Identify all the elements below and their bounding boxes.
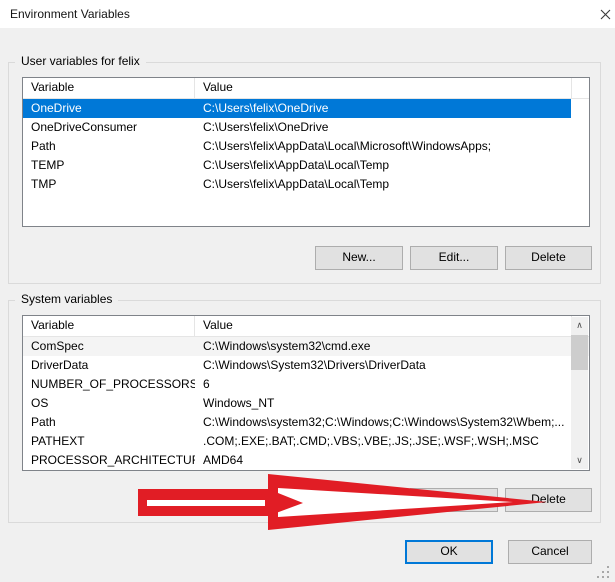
vertical-scrollbar[interactable]: ∧ ∨ (571, 317, 588, 469)
table-row[interactable]: NUMBER_OF_PROCESSORS6 (23, 375, 589, 394)
scrollbar-thumb[interactable] (571, 335, 588, 370)
variable-cell[interactable]: Path (23, 413, 195, 432)
value-cell[interactable]: C:\Windows\system32;C:\Windows;C:\Window… (195, 413, 589, 432)
value-cell[interactable]: C:\Users\felix\AppData\Local\Temp (195, 175, 589, 194)
user-edit-button[interactable]: Edit... (410, 246, 498, 270)
column-header-filler (572, 78, 589, 98)
system-edit-button[interactable]: Edit... (410, 488, 498, 512)
system-table-header: Variable Value (23, 316, 589, 337)
table-row[interactable]: DriverDataC:\Windows\System32\Drivers\Dr… (23, 356, 589, 375)
chevron-down-icon[interactable]: ∨ (571, 452, 588, 469)
chevron-up-icon[interactable]: ∧ (571, 317, 588, 334)
variable-cell[interactable]: Path (23, 137, 195, 156)
variable-cell[interactable]: NUMBER_OF_PROCESSORS (23, 375, 195, 394)
table-row[interactable]: TMPC:\Users\felix\AppData\Local\Temp (23, 175, 589, 194)
value-cell[interactable]: Windows_NT (195, 394, 589, 413)
value-cell[interactable]: C:\Windows\System32\Drivers\DriverData (195, 356, 589, 375)
table-row[interactable]: PathC:\Windows\system32;C:\Windows;C:\Wi… (23, 413, 589, 432)
table-row[interactable]: PROCESSOR_ARCHITECTUREAMD64 (23, 451, 589, 470)
variable-cell[interactable]: OS (23, 394, 195, 413)
value-cell[interactable]: C:\Users\felix\AppData\Local\Microsoft\W… (195, 137, 589, 156)
user-delete-button[interactable]: Delete (505, 246, 592, 270)
variable-cell[interactable]: TEMP (23, 156, 195, 175)
variable-cell[interactable]: OneDrive (23, 99, 195, 118)
column-header-variable[interactable]: Variable (23, 78, 195, 98)
value-cell[interactable]: C:\Users\felix\OneDrive (195, 118, 589, 137)
value-cell[interactable]: .COM;.EXE;.BAT;.CMD;.VBS;.VBE;.JS;.JSE;.… (195, 432, 589, 451)
system-variables-label: System variables (15, 292, 118, 306)
table-row[interactable]: OSWindows_NT (23, 394, 589, 413)
table-row[interactable]: OneDriveC:\Users\felix\OneDrive (23, 99, 571, 118)
user-table-header: Variable Value (23, 78, 589, 99)
value-cell[interactable]: 6 (195, 375, 589, 394)
value-cell[interactable]: C:\Users\felix\AppData\Local\Temp (195, 156, 589, 175)
variable-cell[interactable]: DriverData (23, 356, 195, 375)
table-row[interactable]: TEMPC:\Users\felix\AppData\Local\Temp (23, 156, 589, 175)
system-table-body: ComSpecC:\Windows\system32\cmd.exeDriver… (23, 337, 589, 470)
user-table-body: OneDriveC:\Users\felix\OneDriveOneDriveC… (23, 99, 589, 194)
variable-cell[interactable]: PATHEXT (23, 432, 195, 451)
system-delete-button[interactable]: Delete (505, 488, 592, 512)
value-cell[interactable]: C:\Users\felix\OneDrive (195, 99, 571, 118)
variable-cell[interactable]: TMP (23, 175, 195, 194)
system-variables-table: Variable Value ComSpecC:\Windows\system3… (22, 315, 590, 471)
resize-grip[interactable] (597, 566, 611, 580)
title-bar: Environment Variables (0, 0, 615, 28)
variable-cell[interactable]: PROCESSOR_ARCHITECTURE (23, 451, 195, 470)
column-header-variable[interactable]: Variable (23, 316, 195, 336)
close-icon[interactable] (596, 0, 615, 28)
system-new-button[interactable]: New... (315, 488, 403, 512)
window-title: Environment Variables (10, 0, 130, 28)
table-row[interactable]: PathC:\Users\felix\AppData\Local\Microso… (23, 137, 589, 156)
user-new-button[interactable]: New... (315, 246, 403, 270)
table-row[interactable]: ComSpecC:\Windows\system32\cmd.exe (23, 337, 589, 356)
ok-button[interactable]: OK (405, 540, 493, 564)
table-row[interactable]: PATHEXT.COM;.EXE;.BAT;.CMD;.VBS;.VBE;.JS… (23, 432, 589, 451)
variable-cell[interactable]: ComSpec (23, 337, 195, 356)
column-header-value[interactable]: Value (195, 78, 572, 98)
user-variables-table: Variable Value OneDriveC:\Users\felix\On… (22, 77, 590, 227)
value-cell[interactable]: AMD64 (195, 451, 589, 470)
column-header-value[interactable]: Value (195, 316, 572, 336)
variable-cell[interactable]: OneDriveConsumer (23, 118, 195, 137)
environment-variables-dialog: Environment Variables User variables for… (0, 0, 615, 582)
value-cell[interactable]: C:\Windows\system32\cmd.exe (195, 337, 589, 356)
cancel-button[interactable]: Cancel (508, 540, 592, 564)
table-row[interactable]: OneDriveConsumerC:\Users\felix\OneDrive (23, 118, 589, 137)
user-variables-label: User variables for felix (15, 54, 146, 68)
